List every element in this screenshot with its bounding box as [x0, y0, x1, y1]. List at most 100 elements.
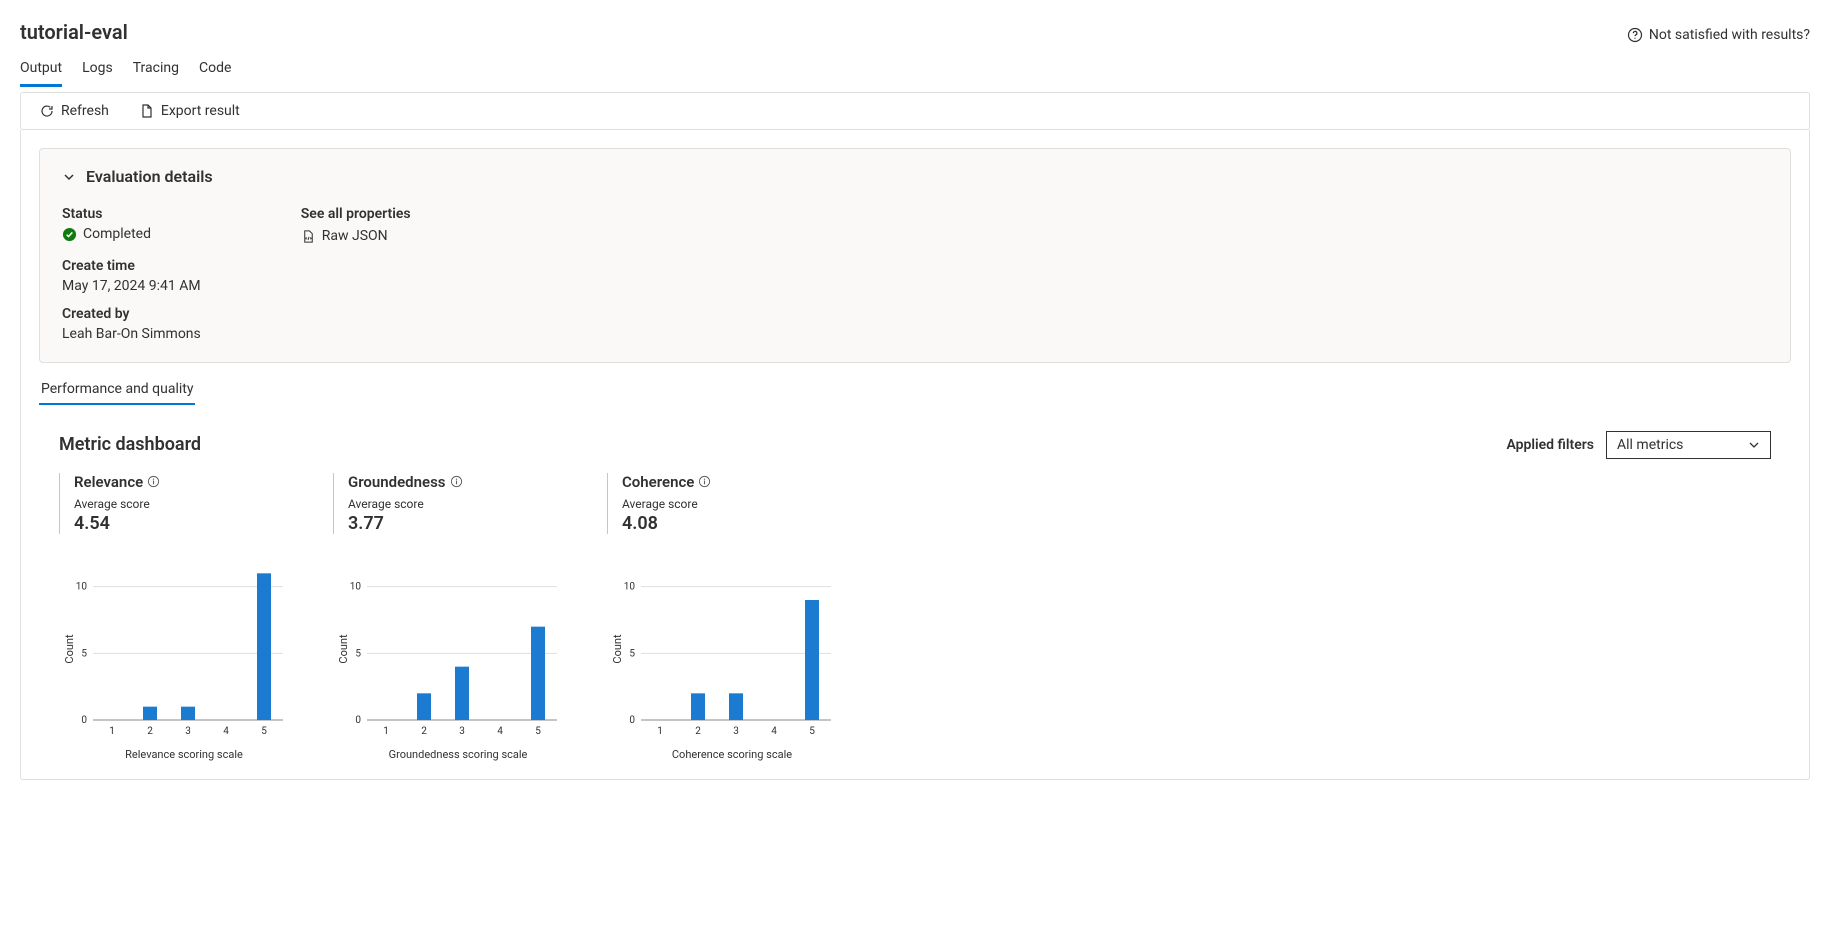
- chart-xlabel: Coherence scoring scale: [607, 748, 857, 761]
- metric-subtitle: Average score: [622, 497, 857, 511]
- svg-text:4: 4: [771, 726, 777, 737]
- bar: [417, 693, 431, 720]
- dashboard-header: Metric dashboard Applied filters All met…: [39, 431, 1791, 459]
- svg-text:5: 5: [81, 648, 87, 659]
- details-col-2: See all properties Raw JSON: [301, 202, 411, 342]
- details-col-1: Status Completed Create time May 17, 202…: [62, 202, 201, 342]
- info-icon[interactable]: [147, 475, 160, 488]
- chart-ylabel: Count: [337, 634, 350, 663]
- chart-ylabel: Count: [611, 634, 624, 663]
- filters-select[interactable]: All metrics: [1606, 431, 1771, 459]
- svg-text:0: 0: [629, 715, 635, 726]
- svg-text:0: 0: [81, 715, 87, 726]
- details-card: Evaluation details Status Completed Crea…: [39, 148, 1791, 363]
- svg-text:2: 2: [147, 726, 153, 737]
- svg-text:0: 0: [355, 715, 361, 726]
- svg-text:5: 5: [535, 726, 541, 737]
- filters-value: All metrics: [1617, 437, 1683, 453]
- refresh-label: Refresh: [61, 103, 109, 119]
- metric-subtitle: Average score: [348, 497, 583, 511]
- metric-title-text: Groundedness: [348, 473, 446, 491]
- bar: [181, 706, 195, 719]
- metric-chart: 0 5 10 1 2 3 4 5: [59, 554, 289, 744]
- metric-header: Groundedness Average score 3.77: [333, 473, 583, 534]
- svg-text:10: 10: [624, 581, 636, 592]
- feedback-link[interactable]: Not satisfied with results?: [1627, 27, 1810, 43]
- svg-text:5: 5: [809, 726, 815, 737]
- metric-grid: RelevanceAverage score4.54Count051012345…: [39, 459, 1791, 761]
- metric-header: Coherence Average score 4.08: [607, 473, 857, 534]
- raw-json-label: Raw JSON: [322, 228, 388, 244]
- bar: [257, 573, 271, 720]
- metric-card: Groundedness Average score 3.77 Count 0 5 10 1 2…: [333, 473, 583, 761]
- svg-text:1: 1: [109, 726, 115, 737]
- svg-text:10: 10: [350, 581, 362, 592]
- metric-card: Coherence Average score 4.08 Count 0 5 10 1 2 3 4 5…: [607, 473, 857, 761]
- details-body: Status Completed Create time May 17, 202…: [62, 202, 1768, 342]
- svg-text:4: 4: [223, 726, 229, 737]
- metric-title: Groundedness: [348, 473, 463, 491]
- tab-tracing[interactable]: Tracing: [133, 54, 179, 87]
- metric-title-text: Relevance: [74, 473, 143, 491]
- metric-chart: 0 5 10 1 2 3 4 5: [607, 554, 837, 744]
- status-value-row: Completed: [62, 226, 151, 242]
- info-icon[interactable]: [698, 475, 711, 488]
- refresh-icon: [39, 103, 55, 119]
- svg-text:5: 5: [355, 648, 361, 659]
- create-time-label: Create time: [62, 258, 201, 274]
- tab-performance-quality[interactable]: Performance and quality: [39, 377, 195, 405]
- details-title: Evaluation details: [86, 167, 213, 186]
- bar: [143, 706, 157, 719]
- metric-subtitle: Average score: [74, 497, 309, 511]
- svg-text:3: 3: [733, 726, 739, 737]
- content-panel: Evaluation details Status Completed Crea…: [20, 130, 1810, 780]
- svg-text:5: 5: [261, 726, 267, 737]
- success-check-icon: [62, 227, 77, 242]
- svg-text:3: 3: [459, 726, 465, 737]
- metric-score: 4.08: [622, 513, 857, 534]
- filters: Applied filters All metrics: [1506, 431, 1771, 459]
- metric-score: 3.77: [348, 513, 583, 534]
- export-label: Export result: [161, 103, 240, 119]
- svg-text:1: 1: [383, 726, 389, 737]
- svg-text:3: 3: [185, 726, 191, 737]
- details-toggle[interactable]: Evaluation details: [62, 167, 1768, 186]
- metric-title-text: Coherence: [622, 473, 694, 491]
- toolbar: Refresh Export result: [20, 92, 1810, 130]
- status-value: Completed: [83, 226, 151, 242]
- title-row: tutorial-eval Not satisfied with results…: [20, 16, 1810, 54]
- svg-text:1: 1: [657, 726, 663, 737]
- tab-output[interactable]: Output: [20, 54, 62, 87]
- chart-xlabel: Groundedness scoring scale: [333, 748, 583, 761]
- tab-code[interactable]: Code: [199, 54, 231, 87]
- status-label: Status: [62, 206, 201, 222]
- metric-header: Relevance Average score 4.54: [59, 473, 309, 534]
- see-all-label: See all properties: [301, 206, 411, 222]
- metric-score: 4.54: [74, 513, 309, 534]
- svg-text:2: 2: [421, 726, 427, 737]
- filters-label: Applied filters: [1506, 437, 1594, 453]
- primary-tabs: Output Logs Tracing Code: [20, 54, 1810, 88]
- dashboard-title: Metric dashboard: [59, 434, 201, 455]
- bar: [455, 666, 469, 719]
- info-icon[interactable]: [450, 475, 463, 488]
- metric-card: RelevanceAverage score4.54Count051012345…: [59, 473, 309, 761]
- page-title: tutorial-eval: [20, 20, 128, 44]
- chart-wrap: Count051012345: [333, 554, 583, 744]
- help-circle-icon: [1627, 27, 1643, 43]
- created-by-label: Created by: [62, 306, 201, 322]
- svg-text:2: 2: [695, 726, 701, 737]
- created-by-value: Leah Bar-On Simmons: [62, 326, 201, 342]
- bar: [531, 626, 545, 719]
- create-time-value: May 17, 2024 9:41 AM: [62, 278, 201, 294]
- raw-json-link[interactable]: Raw JSON: [301, 228, 388, 244]
- tab-logs[interactable]: Logs: [82, 54, 113, 87]
- metric-chart: 051012345: [333, 554, 563, 744]
- export-button[interactable]: Export result: [133, 99, 246, 123]
- chart-wrap: Count 0 5 10 1 2 3 4 5: [607, 554, 857, 744]
- svg-text:5: 5: [629, 648, 635, 659]
- feedback-text: Not satisfied with results?: [1649, 27, 1810, 43]
- refresh-button[interactable]: Refresh: [33, 99, 115, 123]
- svg-text:10: 10: [76, 581, 88, 592]
- json-file-icon: [301, 229, 316, 244]
